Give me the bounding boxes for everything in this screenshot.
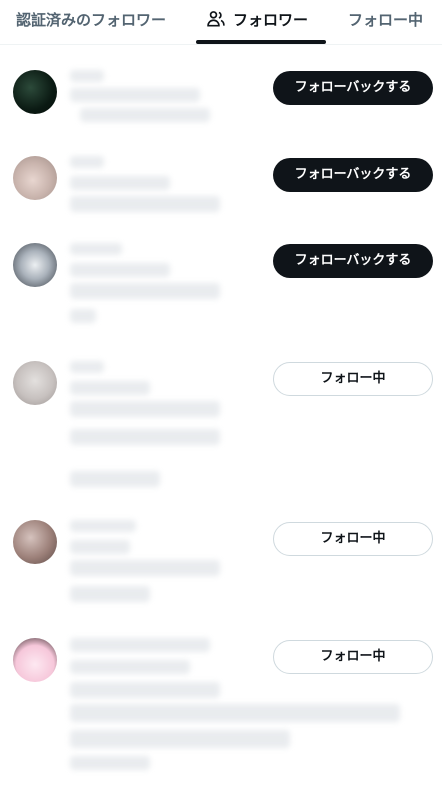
redacted-bio [70, 560, 220, 576]
user-row[interactable]: フォロー中 [0, 361, 442, 491]
redacted-handle [70, 263, 170, 277]
tab-verified-followers[interactable]: 認証済みのフォロワー [16, 0, 166, 44]
people-icon [207, 10, 225, 26]
avatar[interactable] [13, 520, 57, 564]
redacted-bio [70, 401, 220, 417]
redacted-handle [70, 381, 150, 395]
user-row[interactable]: フォローバックする [0, 243, 442, 333]
redacted-bio [70, 682, 220, 698]
avatar[interactable] [13, 156, 57, 200]
redacted-bio [80, 108, 210, 122]
following-button[interactable]: フォロー中 [273, 362, 433, 396]
follow-back-button[interactable]: フォローバックする [273, 244, 433, 278]
redacted-handle [70, 540, 130, 554]
following-button[interactable]: フォロー中 [273, 522, 433, 556]
follow-back-button[interactable]: フォローバックする [273, 71, 433, 105]
user-row[interactable]: フォロー中 [0, 638, 442, 778]
redacted-bio [70, 309, 96, 323]
redacted-name [70, 520, 136, 532]
user-row[interactable]: フォローバックする [0, 156, 442, 236]
follow-back-button[interactable]: フォローバックする [273, 158, 433, 192]
tab-followers[interactable]: フォロワー [205, 0, 308, 44]
tab-following[interactable]: フォロー中 [348, 0, 423, 44]
redacted-bio [70, 730, 290, 748]
redacted-bio [70, 704, 400, 722]
redacted-name [70, 361, 104, 373]
redacted-name [70, 70, 104, 82]
tab-following-label: フォロー中 [348, 11, 424, 29]
avatar[interactable] [13, 638, 57, 682]
tab-followers-label: フォロワー [233, 11, 309, 29]
following-button[interactable]: フォロー中 [273, 640, 433, 674]
redacted-bio [70, 196, 220, 212]
redacted-name [70, 156, 104, 168]
redacted-name [70, 243, 122, 255]
redacted-bio [70, 283, 220, 299]
redacted-handle [70, 660, 190, 674]
tab-verified-followers-label: 認証済みのフォロワー [16, 11, 167, 29]
avatar[interactable] [13, 361, 57, 405]
redacted-handle [70, 88, 200, 102]
redacted-handle [70, 176, 170, 190]
avatar[interactable] [13, 70, 57, 114]
user-row[interactable]: フォロー中 [0, 520, 442, 620]
redacted-bio [70, 756, 150, 770]
redacted-bio [70, 471, 160, 487]
redacted-name [70, 638, 210, 652]
tab-bar: 認証済みのフォロワー フォロワー フォロー中 [0, 0, 442, 45]
user-row[interactable]: フォローバックする [0, 70, 442, 140]
redacted-bio [70, 586, 150, 602]
avatar[interactable] [13, 243, 57, 287]
redacted-bio [70, 429, 220, 445]
active-tab-indicator [196, 40, 326, 44]
